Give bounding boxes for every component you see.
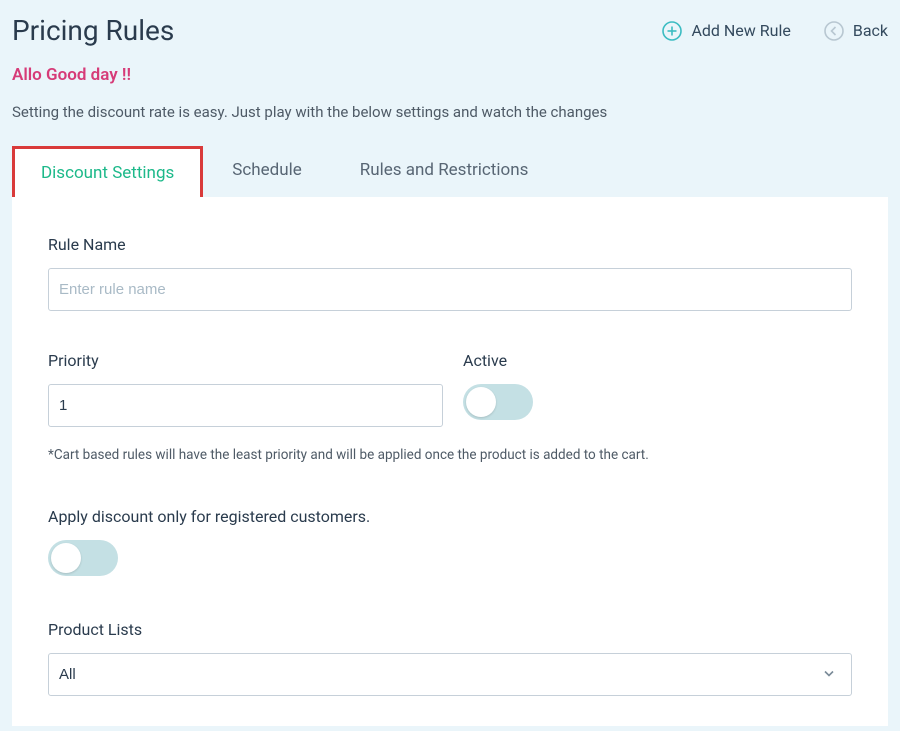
- header-actions: Add New Rule Back: [661, 20, 888, 42]
- chevron-left-circle-icon: [823, 20, 845, 42]
- add-new-rule-button[interactable]: Add New Rule: [661, 20, 790, 42]
- priority-hint: *Cart based rules will have the least pr…: [48, 447, 852, 463]
- tab-discount-settings[interactable]: Discount Settings: [12, 146, 203, 197]
- priority-input[interactable]: [48, 384, 443, 427]
- greeting-text: Allo Good day !!: [12, 65, 888, 85]
- tab-rules-restrictions[interactable]: Rules and Restrictions: [331, 143, 558, 197]
- active-label: Active: [463, 351, 852, 370]
- tab-row: Discount Settings Schedule Rules and Res…: [0, 143, 900, 197]
- add-new-rule-label: Add New Rule: [691, 21, 790, 40]
- toggle-knob: [466, 387, 496, 417]
- active-toggle[interactable]: [463, 384, 533, 420]
- product-lists-select[interactable]: All: [48, 653, 852, 696]
- priority-label: Priority: [48, 351, 443, 370]
- back-button[interactable]: Back: [823, 20, 888, 42]
- tab-schedule[interactable]: Schedule: [203, 143, 330, 197]
- rule-name-input[interactable]: [48, 268, 852, 311]
- toggle-knob: [51, 543, 81, 573]
- registered-only-label: Apply discount only for registered custo…: [48, 507, 852, 526]
- product-lists-label: Product Lists: [48, 620, 852, 639]
- page-title: Pricing Rules: [12, 14, 174, 47]
- settings-panel: Rule Name Priority Active *Cart based ru…: [12, 197, 888, 726]
- plus-circle-icon: [661, 20, 683, 42]
- rule-name-label: Rule Name: [48, 235, 852, 254]
- registered-only-toggle[interactable]: [48, 540, 118, 576]
- back-label: Back: [853, 21, 888, 40]
- description-text: Setting the discount rate is easy. Just …: [12, 103, 888, 121]
